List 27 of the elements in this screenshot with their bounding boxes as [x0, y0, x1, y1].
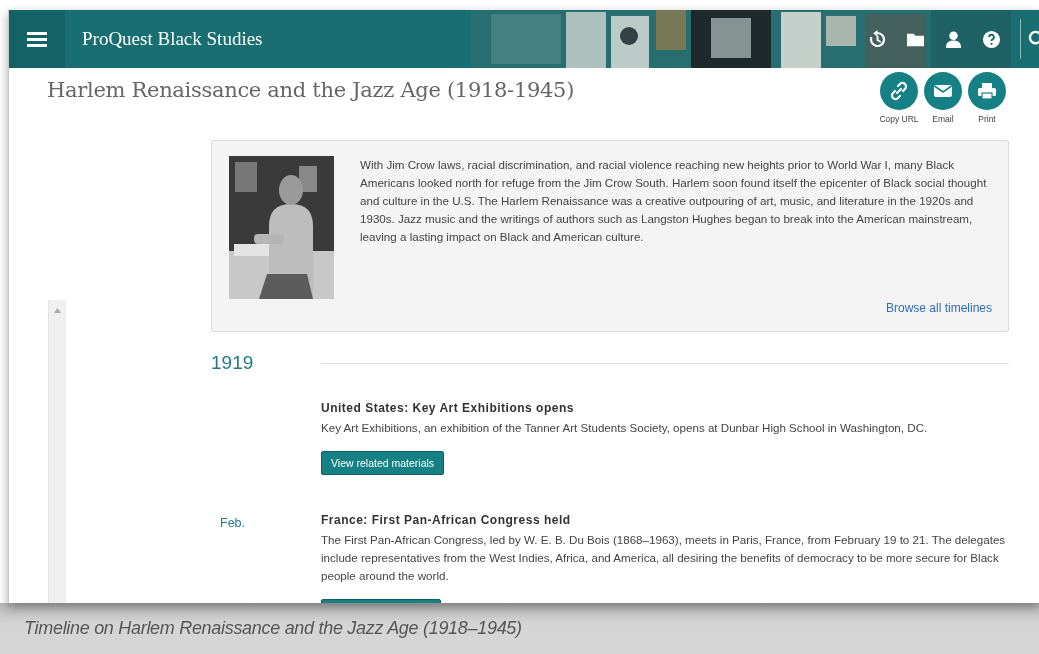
envelope-icon	[933, 83, 953, 99]
page-title: Harlem Renaissance and the Jazz Age (1918-1945)	[47, 78, 575, 104]
print-button[interactable]	[968, 72, 1006, 110]
link-icon	[889, 81, 909, 101]
entry-description: The First Pan-African Congress, led by W. E. B. Du Bois (1868–1963), meets in Paris, France, from February 19 to 21. The delegates include representatives from the West Indies, Africa, and America, all desiring the benefits of democracy to be more secure for Black people around the world.	[321, 532, 1007, 584]
site-title[interactable]: ProQuest Black Studies	[82, 28, 263, 50]
help-icon[interactable]	[982, 29, 1001, 49]
menu-button[interactable]	[9, 10, 65, 68]
entry-description: Key Art Exhibitions, an exhibition of the Tanner Art Students Society, opens at Dunbar High School in Washington, DC.	[321, 420, 929, 436]
copy-url-button[interactable]	[880, 72, 918, 110]
action-label: Copy URL	[879, 114, 919, 124]
email-button[interactable]	[924, 72, 962, 110]
year-heading: 1919	[211, 352, 255, 374]
action-label: Print	[978, 114, 996, 124]
action-label: Email	[932, 114, 954, 124]
entry-title: United States: Key Art Exhibitions opens	[321, 401, 575, 415]
entry-title: France: First Pan-African Congress held	[321, 513, 572, 527]
user-icon[interactable]	[944, 29, 963, 49]
scrollbar[interactable]	[48, 300, 66, 603]
history-icon[interactable]	[868, 29, 887, 49]
figure-caption: Timeline on Harlem Renaissance and the Jazz Age (1918–1945)	[24, 618, 522, 639]
intro-paragraph: With Jim Crow laws, racial discrimination, and racial violence reaching new heights prior to World War I, many Black Americans looked north for refuge from the Jim Crow South. Harlem soon found itself the epicenter of Black social thought and culture in the U.S. The Harlem Renaissance was a creative outpouring of art, music, and literature in the 1920s and 1930s. Jazz music and the writings of authors such as Langston Hughes began to break into the American mainstream, leaving a lasting impact on Black and American culture.	[360, 157, 988, 245]
entry-date: Feb.	[220, 516, 245, 530]
printer-icon	[977, 82, 997, 100]
menu-icon	[27, 31, 47, 47]
browse-timelines-link[interactable]: Browse all timelines	[885, 301, 992, 315]
view-related-button[interactable]: View related materials	[321, 451, 445, 475]
